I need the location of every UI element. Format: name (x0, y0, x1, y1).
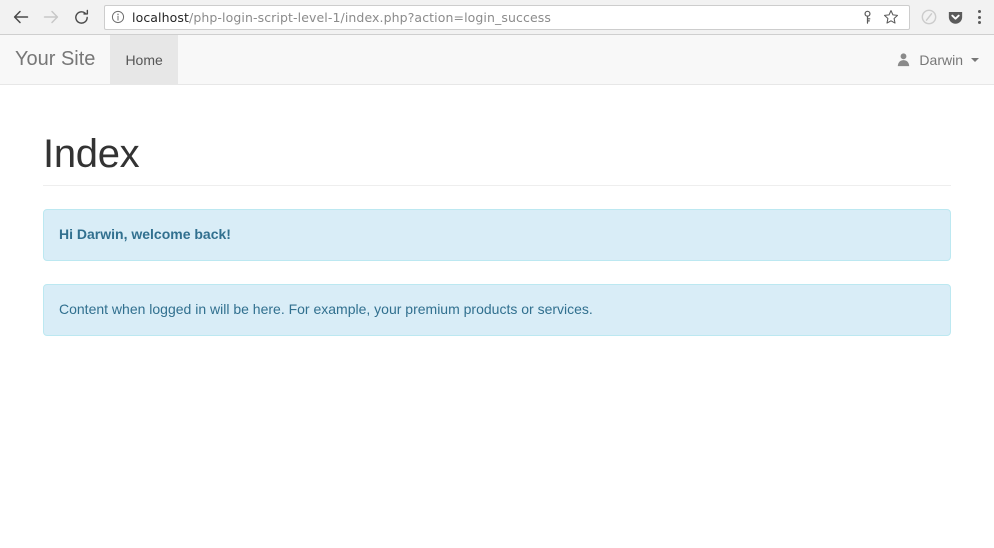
url-path: /php-login-script-level-1/index.php?acti… (189, 9, 551, 25)
welcome-alert-text: Hi Darwin, welcome back! (59, 226, 231, 242)
star-icon[interactable] (879, 6, 903, 29)
navbar-links: Home (110, 35, 178, 84)
menu-dot (977, 15, 981, 19)
browser-toolbar: localhost/php-login-script-level-1/index… (0, 0, 994, 35)
page-info-icon[interactable] (111, 10, 125, 24)
address-bar[interactable]: localhost/php-login-script-level-1/index… (104, 4, 910, 30)
url-text: localhost/php-login-script-level-1/index… (132, 10, 551, 25)
key-icon[interactable] (855, 6, 879, 29)
extension-circle-icon[interactable] (916, 3, 942, 31)
three-dot-menu-icon[interactable] (968, 3, 990, 31)
pocket-shield-icon[interactable] (942, 3, 968, 31)
reload-icon (73, 9, 90, 26)
browser-extensions (916, 3, 994, 31)
forward-button (36, 2, 66, 32)
site-navbar: Your Site Home Darwin (0, 35, 994, 85)
omnibox-actions (849, 6, 903, 29)
reload-button[interactable] (66, 2, 96, 32)
content-alert-text: Content when logged in will be here. For… (59, 300, 593, 317)
user-person-icon (896, 52, 911, 67)
page-container: Index Hi Darwin, welcome back! Content w… (0, 85, 994, 336)
navbar-brand[interactable]: Your Site (0, 35, 110, 84)
user-name-label: Darwin (919, 51, 963, 68)
navbar-user-menu[interactable]: Darwin (881, 35, 994, 84)
welcome-alert: Hi Darwin, welcome back! (43, 209, 951, 261)
menu-dot (977, 21, 981, 24)
back-arrow-icon (12, 8, 30, 26)
url-host: localhost (132, 9, 190, 25)
caret-down-icon (971, 57, 979, 62)
menu-dot (977, 10, 981, 13)
page-header: Index (43, 85, 951, 186)
nav-link-home[interactable]: Home (110, 35, 178, 84)
forward-arrow-icon (42, 8, 60, 26)
content-alert: Content when logged in will be here. For… (43, 283, 951, 336)
back-button[interactable] (6, 2, 36, 32)
page-title: Index (43, 132, 140, 176)
